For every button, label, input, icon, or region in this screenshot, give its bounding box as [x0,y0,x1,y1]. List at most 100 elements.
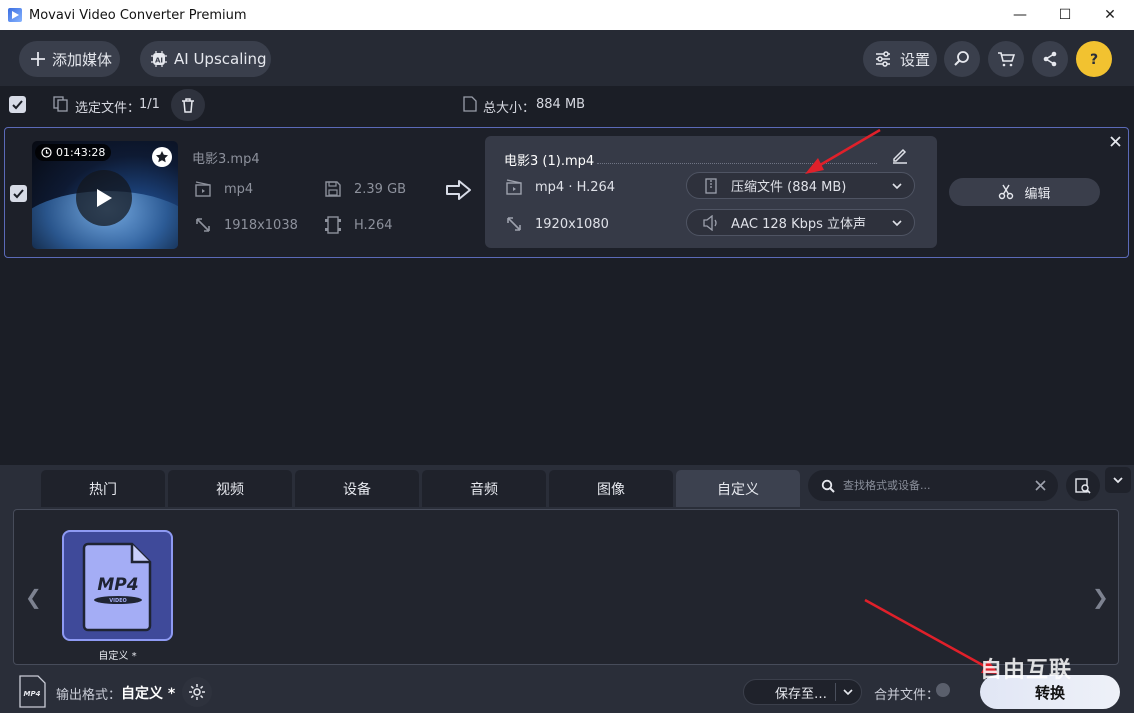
cart-icon [998,52,1015,67]
search-icon [821,479,835,493]
video-file-icon [195,181,211,197]
settings-label: 设置 [900,50,931,69]
output-format-text: mp4 · H.264 [535,179,616,195]
favorite-button[interactable] [152,147,172,167]
source-size: 2.39 GB [324,180,406,198]
mp4-file-icon: MP4 VIDEO [82,542,151,631]
window-title: Movavi Video Converter Premium [29,7,247,23]
checkmark-icon [12,100,23,110]
maximize-button[interactable]: ☐ [1042,0,1088,30]
format-search [808,470,1058,501]
checkmark-icon [13,189,24,199]
next-arrow-icon[interactable]: ❯ [1092,585,1109,609]
ai-upscaling-button[interactable]: AI AI Upscaling [140,41,271,77]
settings-button[interactable]: 设置 [863,41,937,77]
speaker-icon [703,214,717,231]
play-button[interactable] [76,170,132,226]
save-to-divider [835,683,836,701]
source-codec: H.264 [324,216,393,234]
format-search-input[interactable] [843,479,1023,492]
source-file-name: 电影3.mp4 [192,152,260,167]
video-thumbnail[interactable]: 01:43:28 [32,141,178,249]
share-icon [1043,51,1057,67]
question-mark-icon: ? [1090,52,1098,67]
source-codec-text: H.264 [354,217,393,233]
file-checkbox[interactable] [10,185,27,202]
chevron-down-icon[interactable] [843,687,853,697]
compress-dropdown[interactable]: 压缩文件 (884 MB) [686,172,915,199]
tab-audio[interactable]: 音频 [422,470,546,507]
zip-file-icon [705,177,717,194]
format-card-mp4[interactable]: MP4 VIDEO [62,530,173,641]
clock-icon [41,147,52,158]
save-to-button[interactable]: 保存至… [743,679,862,705]
mp4-card-title: MP4 [97,575,138,595]
tab-custom[interactable]: 自定义 [676,470,800,507]
add-media-button[interactable]: 添加媒体 [19,41,120,77]
format-gallery: ❮ MP4 VIDEO 自定义 * ❯ [13,509,1119,665]
source-resolution-text: 1918x1038 [224,217,298,233]
resize-arrow-icon [196,218,210,232]
cart-button[interactable] [988,41,1024,77]
filename-underline [597,163,877,164]
add-media-label: 添加媒体 [52,50,113,69]
play-icon [97,189,112,207]
source-container-text: mp4 [224,181,254,197]
format-settings-button[interactable] [182,677,212,707]
output-settings-panel: 电影3 (1).mp4 mp4 · H.264 1920x1080 压缩文件 (… [485,136,937,248]
audio-label: AAC 128 Kbps 立体声 [731,217,867,232]
tab-video[interactable]: 视频 [168,470,292,507]
output-resolution: 1920x1080 [505,215,609,233]
format-search-icon [1075,477,1091,494]
convert-label: 转换 [1034,683,1065,702]
output-format-icon: MP4 [18,675,46,709]
prev-arrow-icon[interactable]: ❮ [25,585,42,609]
plus-icon [31,52,45,66]
bottom-bar: MP4 输出格式： 自定义 * 保存至… 合并文件： 转换 [0,670,1134,713]
scissors-icon [999,184,1014,200]
help-button[interactable]: ? [1076,41,1112,77]
delete-button[interactable] [171,89,205,121]
minimize-button[interactable]: — [997,0,1043,30]
pencil-icon[interactable] [891,146,909,164]
selected-files-label: 选定文件： [75,101,141,116]
close-window-button[interactable]: ✕ [1087,0,1133,30]
merge-files-label: 合并文件： [874,688,940,703]
main-toolbar: 添加媒体 AI AI Upscaling 设置 ? [0,30,1134,86]
app-icon [8,8,22,22]
duration-badge: 01:43:28 [35,144,112,161]
search-button[interactable] [944,41,980,77]
convert-arrow-icon [446,180,471,200]
tab-popular[interactable]: 热门 [41,470,165,507]
edit-button[interactable]: 编辑 [949,178,1100,206]
mp4-file-icon: MP4 [19,675,46,708]
select-all-checkbox[interactable] [9,96,26,113]
audio-dropdown[interactable]: AAC 128 Kbps 立体声 [686,209,915,236]
trash-icon [182,98,194,113]
share-button[interactable] [1032,41,1068,77]
tab-images[interactable]: 图像 [549,470,673,507]
ai-upscaling-label: AI Upscaling [174,50,267,68]
output-file-name[interactable]: 电影3 (1).mp4 [504,150,594,169]
clear-search-icon[interactable] [1035,480,1046,491]
source-resolution: 1918x1038 [194,216,298,234]
watermark-text: 自由互联 [980,658,1073,683]
file-row[interactable]: 01:43:28 电影3.mp4 mp4 2.39 GB 1918x1038 H… [4,127,1129,258]
svg-text:MP4: MP4 [24,690,41,698]
output-resolution-text: 1920x1080 [535,216,609,232]
files-icon [53,96,68,112]
merge-files-toggle[interactable] [936,683,950,697]
tab-devices[interactable]: 设备 [295,470,419,507]
edit-label: 编辑 [1024,186,1051,202]
total-size-value: 884 MB [536,97,586,112]
video-file-icon [506,179,522,195]
source-size-text: 2.39 GB [354,181,407,197]
title-bar: Movavi Video Converter Premium — ☐ ✕ [0,0,1134,30]
collapse-panel-button[interactable] [1105,467,1131,493]
output-format: mp4 · H.264 [505,178,615,196]
remove-file-icon[interactable] [1110,136,1121,147]
format-card-label: 自定义 * [98,651,137,662]
mp4-card-subtitle: VIDEO [109,598,127,604]
selection-bar: 选定文件： 1/1 总大小： 884 MB [0,86,1134,124]
detect-format-button[interactable] [1066,470,1100,501]
